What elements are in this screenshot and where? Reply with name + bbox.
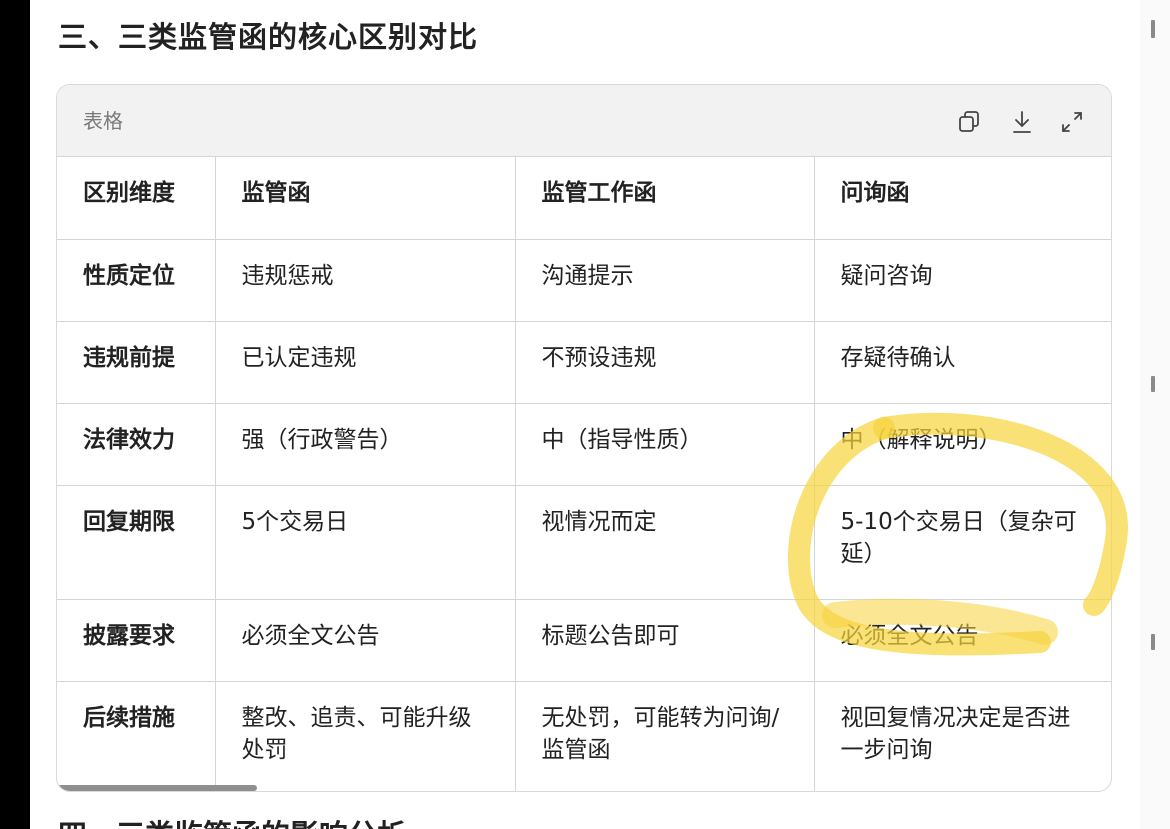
- comparison-table: 区别维度 监管函 监管工作函 问询函 性质定位 违规惩戒 沟通提示 疑问咨询 违…: [57, 157, 1111, 791]
- horizontal-scrollbar[interactable]: [57, 785, 257, 791]
- dimension-cell: 法律效力: [57, 403, 216, 486]
- expand-icon[interactable]: [1057, 107, 1087, 137]
- table-row: 法律效力 强（行政警告） 中（指导性质） 中（解释说明）: [57, 403, 1111, 486]
- table-cell: 违规惩戒: [215, 239, 516, 322]
- dimension-cell: 后续措施: [57, 681, 216, 791]
- right-gutter: [1140, 0, 1170, 829]
- table-cell: 不预设违规: [515, 321, 815, 404]
- table-cell: 视回复情况决定是否进一步问询: [840, 704, 1071, 763]
- table-row: 违规前提 已认定违规 不预设违规 存疑待确认: [57, 321, 1111, 404]
- section-title: 三、三类监管函的核心区别对比: [58, 20, 479, 54]
- table-cell: 强（行政警告）: [215, 403, 516, 486]
- header-cell: 监管工作函: [515, 157, 815, 240]
- table-header-row: 区别维度 监管函 监管工作函 问询函: [57, 157, 1111, 240]
- download-icon[interactable]: [1007, 107, 1037, 137]
- header-cell: 问询函: [814, 157, 1111, 240]
- document-page: 三、三类监管函的核心区别对比 表格 区别维度 监管函 监管工作函 问询函 性质定…: [30, 0, 1140, 829]
- table-cell: 无处罚，可能转为问询/监管函: [515, 681, 815, 791]
- next-section-title: 四、三类监管函的影响分析: [58, 812, 406, 829]
- table-cell: 整改、追责、可能升级处罚: [215, 681, 516, 791]
- dimension-cell: 回复期限: [57, 485, 216, 600]
- gutter-marker: [1151, 634, 1155, 650]
- dimension-cell: 违规前提: [57, 321, 216, 404]
- table-row: 回复期限 5个交易日 视情况而定 5-10个交易日（复杂可延）: [57, 485, 1111, 600]
- table-card-header: 表格: [57, 85, 1111, 157]
- header-cell: 监管函: [215, 157, 516, 240]
- table-cell: 疑问咨询: [814, 239, 1111, 322]
- table-row: 后续措施 整改、追责、可能升级处罚 无处罚，可能转为问询/监管函 视回复情况决定…: [57, 681, 1111, 791]
- dimension-cell: 披露要求: [57, 599, 216, 682]
- table-cell: 5-10个交易日（复杂可延）: [814, 485, 1111, 600]
- table-cell: 标题公告即可: [515, 599, 815, 682]
- table-label: 表格: [83, 109, 123, 133]
- table-cell: 存疑待确认: [814, 321, 1111, 404]
- table-cell: 必须全文公告: [814, 599, 1111, 682]
- table-row: 性质定位 违规惩戒 沟通提示 疑问咨询: [57, 239, 1111, 322]
- header-cell: 区别维度: [57, 157, 216, 240]
- copy-icon[interactable]: [955, 107, 985, 137]
- gutter-marker: [1151, 376, 1155, 392]
- table-row: 披露要求 必须全文公告 标题公告即可 必须全文公告: [57, 599, 1111, 682]
- table-cell: 沟通提示: [515, 239, 815, 322]
- table-cell: 中（解释说明）: [814, 403, 1111, 486]
- table-cell: 中（指导性质）: [515, 403, 815, 486]
- table-card: 表格 区别维度 监管函 监管工作函 问询函 性质定位 违规惩戒 沟通提示 疑问咨…: [56, 84, 1112, 792]
- table-cell: 视情况而定: [515, 485, 815, 600]
- table-cell: 必须全文公告: [215, 599, 516, 682]
- table-cell: 5个交易日: [215, 485, 516, 600]
- table-cell: 已认定违规: [215, 321, 516, 404]
- dimension-cell: 性质定位: [57, 239, 216, 322]
- gutter-marker: [1151, 20, 1155, 38]
